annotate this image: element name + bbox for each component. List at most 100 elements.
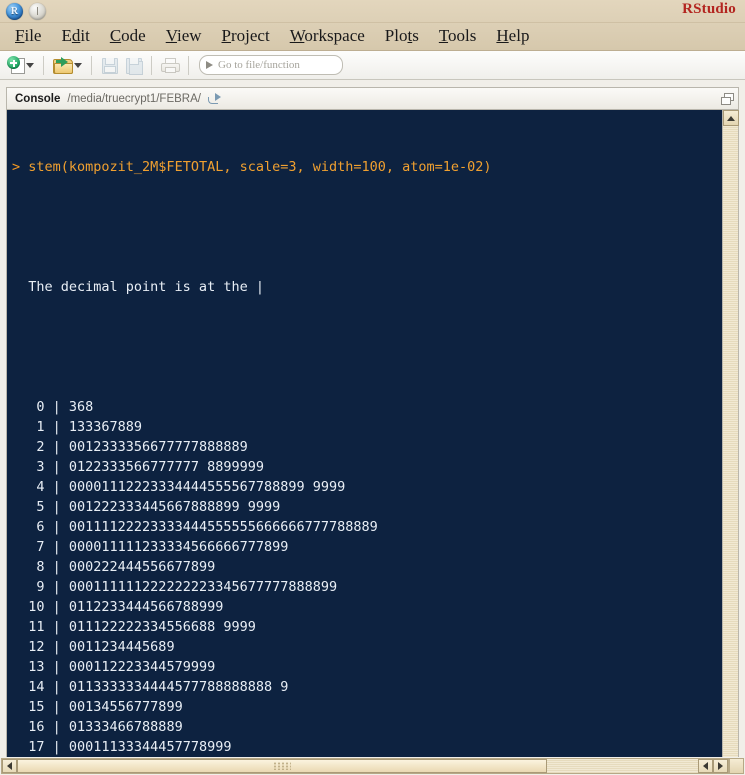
- toolbar-divider: [91, 55, 92, 75]
- leaf-values: 00134556777899: [68, 699, 183, 715]
- menu-item-code[interactable]: Code: [101, 25, 155, 48]
- chevron-down-icon[interactable]: [26, 62, 34, 68]
- main-toolbar: Go to file/function: [0, 51, 745, 80]
- leaf-values: 000222444556677899: [68, 559, 216, 575]
- menu-item-workspace[interactable]: Workspace: [281, 25, 374, 48]
- toolbar-divider: [151, 55, 152, 75]
- window-title: RStudio: [682, 1, 736, 17]
- console-text: > stem(kompozit_2M$FETOTAL, scale=3, wid…: [7, 110, 492, 770]
- horizontal-scroll-track[interactable]: [1, 758, 729, 774]
- console-prompt: >: [12, 159, 29, 175]
- stem-value: 4 |: [12, 479, 69, 495]
- save-all-icon: [125, 57, 143, 75]
- leaf-values: 133367889: [68, 419, 143, 435]
- stem-leaf-row: 3 | 0122333566777777 8899999: [12, 457, 492, 477]
- open-file-button[interactable]: [51, 53, 84, 77]
- console-vertical-scrollbar[interactable]: [722, 110, 739, 770]
- toolbar-divider: [43, 55, 44, 75]
- share-arrow-icon[interactable]: [207, 93, 221, 104]
- leaf-values: 00111122223333444555555666666777788889: [68, 519, 378, 535]
- stem-leaf-row: 16 | 01333466788889: [12, 717, 492, 737]
- stem-leaf-row: 10 | 0112233444566788999: [12, 597, 492, 617]
- leaf-values: 0122333566777777 8899999: [68, 459, 264, 475]
- goto-file-placeholder: Go to file/function: [218, 59, 300, 71]
- r-logo-icon[interactable]: [6, 2, 23, 20]
- horizontal-scrollbar[interactable]: [0, 757, 745, 775]
- console-pane: Console /media/truecrypt1/FEBRA/ > stem(…: [0, 80, 745, 775]
- chevron-down-icon[interactable]: [74, 62, 82, 68]
- leaf-values: 0012333356677777888889: [68, 439, 248, 455]
- menu-item-file-rest: ile: [24, 26, 42, 45]
- stem-leaf-row: 12 | 0011234445689: [12, 637, 492, 657]
- stem-leaf-row: 1 | 133367889: [12, 417, 492, 437]
- stem-value: 11 |: [12, 619, 69, 635]
- scrollbar-corner: [729, 758, 744, 774]
- menu-item-tools[interactable]: Tools: [430, 25, 486, 48]
- menu-item-view[interactable]: View: [157, 25, 211, 48]
- print-icon: [161, 57, 180, 73]
- stem-leaf-row: 9 | 000111111222222223345677777888899: [12, 577, 492, 597]
- stem-leaf-row: 2 | 0012333356677777888889: [12, 437, 492, 457]
- stem-leaf-row: 11 | 011122222334556688 9999: [12, 617, 492, 637]
- open-folder-icon: [53, 56, 73, 74]
- scroll-left-arrow-icon-2[interactable]: [698, 759, 713, 773]
- menu-item-edit[interactable]: Edit: [52, 25, 98, 48]
- maximize-pane-icon[interactable]: [721, 92, 734, 105]
- stem-value: 7 |: [12, 539, 69, 555]
- scroll-arrow-group[interactable]: [698, 759, 728, 773]
- leaf-values: 00001112223334444555567788899 9999: [68, 479, 346, 495]
- stem-value: 16 |: [12, 719, 69, 735]
- console-output-area[interactable]: > stem(kompozit_2M$FETOTAL, scale=3, wid…: [7, 110, 738, 770]
- leaf-values: 000112223344579999: [68, 659, 216, 675]
- menu-item-plots[interactable]: Plots: [376, 25, 428, 48]
- stem-value: 15 |: [12, 699, 69, 715]
- stem-value: 9 |: [12, 579, 69, 595]
- stem-leaf-plot: 0 | 368 1 | 133367889 2 | 00123333566777…: [12, 397, 492, 770]
- console-working-directory[interactable]: /media/truecrypt1/FEBRA/: [67, 93, 201, 105]
- scroll-left-arrow-icon[interactable]: [2, 759, 17, 773]
- window-controls: [0, 2, 46, 20]
- menu-item-help[interactable]: Help: [487, 25, 538, 48]
- menubar: File Edit Code View Project Workspace Pl…: [0, 23, 745, 51]
- stem-value: 3 |: [12, 459, 69, 475]
- console-frame: Console /media/truecrypt1/FEBRA/ > stem(…: [6, 87, 739, 771]
- stem-value: 5 |: [12, 499, 69, 515]
- console-header: Console /media/truecrypt1/FEBRA/: [7, 88, 738, 110]
- console-command-line: > stem(kompozit_2M$FETOTAL, scale=3, wid…: [12, 157, 492, 177]
- leaf-values: 0113333334444577788888888 9: [68, 679, 289, 695]
- scroll-thumb-grip: [273, 762, 291, 770]
- stem-value: 1 |: [12, 419, 69, 435]
- toolbar-divider: [188, 55, 189, 75]
- print-button[interactable]: [159, 53, 181, 77]
- window-control-icon[interactable]: [29, 2, 46, 20]
- console-tab[interactable]: Console: [15, 93, 60, 105]
- goto-arrow-icon: [206, 61, 213, 69]
- save-all-button[interactable]: [123, 53, 144, 77]
- window-titlebar: RStudio: [0, 0, 745, 23]
- stem-value: 10 |: [12, 599, 69, 615]
- stem-value: 12 |: [12, 639, 69, 655]
- stem-leaf-row: 13 | 000112223344579999: [12, 657, 492, 677]
- stem-leaf-row: 4 | 00001112223334444555567788899 9999: [12, 477, 492, 497]
- stem-value: 17 |: [12, 739, 69, 755]
- stem-leaf-row: 7 | 000011111233334566666777899: [12, 537, 492, 557]
- stem-leaf-row: 17 | 00011133344457778999: [12, 737, 492, 757]
- new-document-button[interactable]: [5, 53, 36, 77]
- scroll-right-arrow-icon[interactable]: [713, 759, 728, 773]
- leaf-values: 00011133344457778999: [68, 739, 232, 755]
- leaf-values: 001222333445667888899 9999: [68, 499, 281, 515]
- stem-value: 6 |: [12, 519, 69, 535]
- horizontal-scroll-thumb[interactable]: [17, 759, 547, 773]
- leaf-values: 01333466788889: [68, 719, 183, 735]
- save-button[interactable]: [99, 53, 120, 77]
- menu-item-project[interactable]: Project: [213, 25, 279, 48]
- leaf-values: 0011234445689: [68, 639, 175, 655]
- leaf-values: 011122222334556688 9999: [68, 619, 256, 635]
- menu-item-file[interactable]: File: [6, 25, 50, 48]
- scroll-up-arrow-icon[interactable]: [723, 110, 739, 126]
- stem-leaf-row: 15 | 00134556777899: [12, 697, 492, 717]
- console-command: stem(kompozit_2M$FETOTAL, scale=3, width…: [28, 159, 492, 175]
- goto-file-function-input[interactable]: Go to file/function: [199, 55, 343, 75]
